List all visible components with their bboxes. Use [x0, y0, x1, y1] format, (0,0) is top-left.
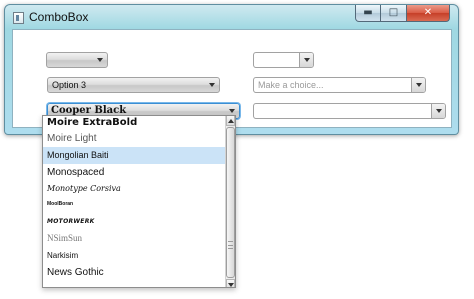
selected-list-item[interactable]: Mongolian Baiti	[43, 147, 226, 164]
minimize-button[interactable]: ▬	[355, 5, 381, 22]
list-item[interactable]: NSimSun	[43, 230, 226, 247]
title-bar[interactable]: ComboBox ▬ □ ✕	[5, 5, 458, 29]
font-dropdown-list: Moire ExtraBold Moire Light Mongolian Ba…	[42, 115, 236, 288]
middle-left-combo-arrow[interactable]	[205, 78, 219, 92]
maximize-button[interactable]: □	[381, 5, 407, 22]
bottom-right-combo[interactable]	[253, 103, 446, 119]
grip-icon	[228, 241, 233, 249]
app-icon	[13, 12, 24, 24]
list-item[interactable]: News Gothic	[43, 264, 226, 281]
close-icon: ✕	[423, 7, 433, 18]
list-item[interactable]: Monospaced	[43, 164, 226, 181]
top-left-combo[interactable]	[46, 52, 108, 68]
window-controls: ▬ □ ✕	[355, 5, 450, 22]
choice-combo-arrow[interactable]	[411, 78, 425, 92]
list-item[interactable]: Moire ExtraBold	[43, 116, 226, 130]
middle-left-combo[interactable]: Option 3	[47, 77, 220, 93]
client-area: Option 3 Make a choice... Cooper Black	[12, 29, 452, 128]
maximize-icon: □	[388, 7, 399, 18]
chevron-down-icon	[415, 83, 422, 87]
close-button[interactable]: ✕	[407, 5, 450, 22]
chevron-down-icon	[97, 58, 103, 62]
choice-combo[interactable]: Make a choice...	[253, 77, 426, 93]
chevron-up-icon	[227, 118, 234, 123]
chevron-down-icon	[435, 109, 442, 113]
list-item[interactable]: Narkisim	[43, 247, 226, 264]
chevron-down-icon	[209, 83, 215, 87]
vertical-scrollbar[interactable]	[225, 116, 235, 287]
chevron-down-icon	[303, 58, 310, 62]
list-item[interactable]: MOTORWERK	[43, 213, 226, 230]
list-item[interactable]: Monotype Corsiva	[43, 181, 226, 196]
chevron-down-icon	[229, 109, 235, 113]
scroll-up-button[interactable]	[226, 116, 235, 126]
bottom-right-combo-arrow[interactable]	[431, 104, 445, 118]
font-options-list: Moire ExtraBold Moire Light Mongolian Ba…	[43, 116, 226, 287]
list-item[interactable]: MoolBoran	[43, 196, 226, 213]
scroll-down-button[interactable]	[226, 279, 235, 287]
list-item[interactable]: Moire Light	[43, 130, 226, 147]
top-right-combo-arrow[interactable]	[299, 53, 313, 67]
choice-combo-placeholder: Make a choice...	[258, 80, 324, 90]
top-right-combo[interactable]	[253, 52, 314, 68]
window-title: ComboBox	[29, 10, 89, 24]
scroll-thumb[interactable]	[226, 127, 235, 278]
chevron-down-icon	[227, 282, 234, 287]
middle-left-combo-value: Option 3	[52, 80, 87, 90]
minimize-icon: ▬	[363, 7, 373, 18]
top-left-combo-arrow[interactable]	[93, 53, 107, 67]
